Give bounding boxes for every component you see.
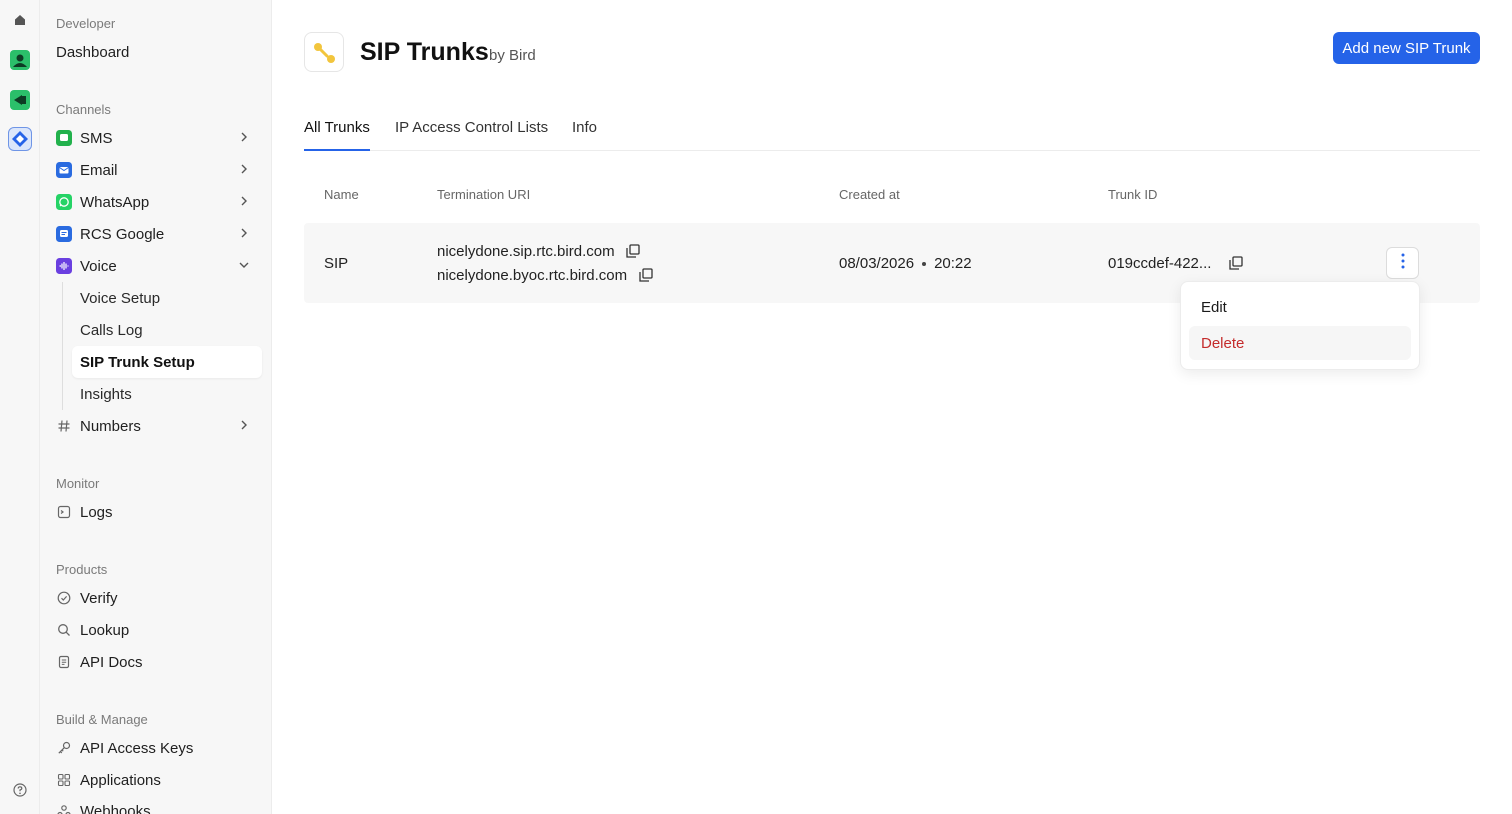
tab-bar: All Trunks IP Access Control Lists Info: [304, 112, 1480, 151]
voice-icon: [56, 258, 72, 274]
page-subtitle: by Bird: [489, 47, 536, 64]
more-vertical-icon: [1401, 253, 1405, 274]
termination-uri-sip: nicelydone.sip.rtc.bird.com: [437, 243, 615, 260]
sidebar-item-sip-trunk-setup[interactable]: SIP Trunk Setup: [72, 346, 262, 378]
trunk-id: 019ccdef-422...: [1108, 255, 1212, 272]
sidebar-item-webhooks[interactable]: Webhooks: [56, 796, 262, 814]
document-icon: [56, 654, 72, 670]
column-header-name: Name: [324, 187, 359, 202]
home-icon[interactable]: [8, 8, 32, 32]
tab-info[interactable]: Info: [572, 119, 597, 151]
sidebar-item-label: API Access Keys: [80, 739, 194, 757]
chevron-right-icon: [238, 195, 250, 207]
tab-all-trunks[interactable]: All Trunks: [304, 119, 370, 151]
sidebar-item-api-docs[interactable]: API Docs: [56, 647, 262, 677]
copy-icon[interactable]: [626, 244, 640, 258]
termination-uri-byoc: nicelydone.byoc.rtc.bird.com: [437, 267, 628, 284]
chevron-down-icon: [238, 259, 250, 271]
contacts-app-icon[interactable]: [8, 48, 32, 72]
sidebar-item-label: Lookup: [80, 621, 130, 639]
created-at: 08/03/2026 20:22: [839, 255, 972, 272]
webhook-icon: [56, 803, 72, 814]
menu-item-delete[interactable]: Delete: [1189, 326, 1411, 360]
tab-ip-access-control-lists[interactable]: IP Access Control Lists: [395, 119, 548, 151]
sidebar-item-label: Email: [80, 161, 118, 179]
sidebar-item-label: Applications: [80, 771, 161, 789]
sidebar-item-label: API Docs: [80, 653, 143, 671]
help-icon[interactable]: [8, 778, 32, 802]
sidebar-item-email[interactable]: Email: [56, 155, 262, 185]
sidebar-item-insights[interactable]: Insights: [72, 378, 262, 410]
sidebar-item-label: SMS: [80, 129, 113, 147]
sidebar-item-whatsapp[interactable]: WhatsApp: [56, 187, 262, 217]
sidebar-item-label: Voice Setup: [80, 289, 161, 307]
created-date: 08/03/2026: [839, 255, 915, 272]
sidebar-item-sms[interactable]: SMS: [56, 123, 262, 153]
sidebar-item-verify[interactable]: Verify: [56, 583, 262, 613]
sidebar-item-numbers[interactable]: Numbers: [56, 411, 262, 441]
sidebar-item-label: Dashboard: [56, 43, 130, 61]
created-time: 20:22: [934, 255, 972, 272]
sidebar-item-label: Webhooks: [80, 802, 151, 814]
chevron-right-icon: [238, 163, 250, 175]
section-developer: Developer: [56, 16, 116, 31]
developer-app-icon[interactable]: [8, 127, 32, 151]
sidebar-item-logs[interactable]: Logs: [56, 497, 262, 527]
sidebar-item-label: Calls Log: [80, 321, 143, 339]
add-sip-trunk-button[interactable]: Add new SIP Trunk: [1333, 32, 1480, 64]
bird-logo: [304, 32, 344, 72]
chevron-right-icon: [238, 419, 250, 431]
menu-item-edit[interactable]: Edit: [1189, 290, 1411, 324]
sidebar-item-label: RCS Google: [80, 225, 165, 243]
grid-icon: [56, 772, 72, 788]
email-icon: [56, 162, 72, 178]
sidebar-item-label: WhatsApp: [80, 193, 150, 211]
sidebar-item-applications[interactable]: Applications: [56, 765, 262, 795]
sidebar-item-voice[interactable]: Voice: [56, 251, 262, 281]
logs-icon: [56, 504, 72, 520]
app-rail: [0, 0, 40, 814]
verify-check-icon: [56, 590, 72, 606]
page-title: SIP Trunks: [360, 38, 489, 66]
key-icon: [56, 740, 72, 756]
search-icon: [56, 622, 72, 638]
sidebar-item-lookup[interactable]: Lookup: [56, 615, 262, 645]
separator-dot: [922, 262, 927, 267]
section-channels: Channels: [56, 102, 111, 117]
column-header-termination-uri: Termination URI: [437, 187, 531, 202]
sidebar-item-label: Verify: [80, 589, 118, 607]
sidebar-item-label: Insights: [80, 385, 132, 403]
copy-icon[interactable]: [1229, 256, 1243, 270]
row-actions-button[interactable]: [1386, 247, 1419, 279]
sms-icon: [56, 130, 72, 146]
sidebar-item-voice-setup[interactable]: Voice Setup: [72, 282, 262, 314]
column-header-trunk-id: Trunk ID: [1108, 187, 1158, 202]
sidebar-item-label: Voice: [80, 257, 117, 275]
main-content: SIP Trunks by Bird Add new SIP Trunk All…: [272, 0, 1512, 814]
sidebar-item-dashboard[interactable]: Dashboard: [56, 37, 262, 67]
sidebar-item-calls-log[interactable]: Calls Log: [72, 314, 262, 346]
sidebar-item-rcs-google[interactable]: RCS Google: [56, 219, 262, 249]
sidebar-item-label: Numbers: [80, 417, 141, 435]
sidebar: Developer Dashboard Channels SMS Email W…: [40, 0, 272, 814]
chevron-right-icon: [238, 227, 250, 239]
trunk-name: SIP: [324, 255, 349, 272]
sidebar-item-label: SIP Trunk Setup: [80, 353, 195, 371]
whatsapp-icon: [56, 194, 72, 210]
hash-icon: [56, 418, 72, 434]
column-header-created-at: Created at: [839, 187, 900, 202]
section-build-manage: Build & Manage: [56, 712, 148, 727]
chevron-right-icon: [238, 131, 250, 143]
sidebar-item-label: Logs: [80, 503, 113, 521]
submenu-guide-line: [62, 282, 63, 410]
section-products: Products: [56, 562, 108, 577]
sidebar-item-api-access-keys[interactable]: API Access Keys: [56, 733, 262, 763]
row-actions-menu: Edit Delete: [1180, 281, 1420, 370]
video-app-icon[interactable]: [8, 88, 32, 112]
copy-icon[interactable]: [639, 268, 653, 282]
rcs-icon: [56, 226, 72, 242]
section-monitor: Monitor: [56, 476, 100, 491]
